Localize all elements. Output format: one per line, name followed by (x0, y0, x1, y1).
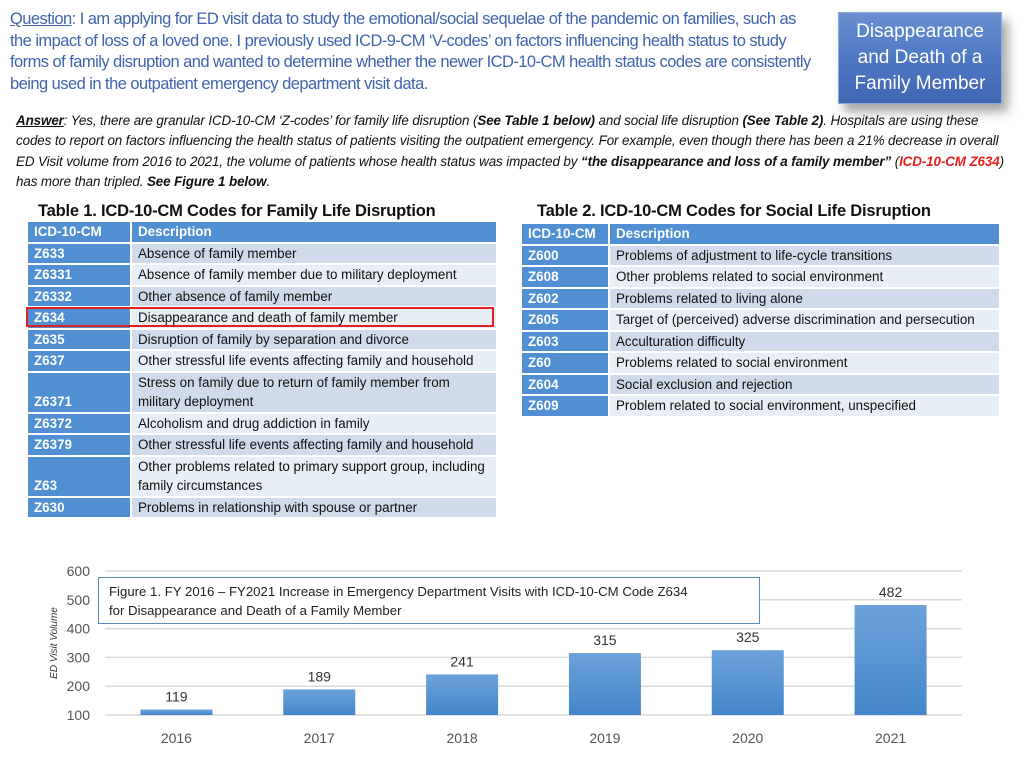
y-tick-label: 300 (67, 649, 91, 665)
x-tick-label: 2017 (304, 730, 335, 746)
bar-2019 (568, 653, 641, 715)
y-tick-label: 400 (67, 621, 91, 637)
y-axis-label: ED Visit Volume (49, 607, 60, 679)
bar-2021 (854, 604, 927, 715)
bar-chart: ED Visit Volume 100 200 300 400 500 600 119 20… (49, 563, 962, 746)
y-tick-label: 600 (67, 563, 91, 579)
y-tick-label: 500 (67, 592, 91, 608)
data-label: 315 (593, 632, 617, 648)
data-label: 482 (879, 584, 903, 600)
x-tick-label: 2021 (875, 730, 906, 746)
x-tick-label: 2016 (161, 730, 192, 746)
data-label: 325 (736, 629, 760, 645)
figure-caption-box: Figure 1. FY 2016 – FY2021 Increase in E… (98, 577, 760, 624)
data-label: 241 (450, 653, 474, 669)
bar-2020 (711, 650, 784, 715)
x-tick-label: 2019 (589, 730, 620, 746)
bar-2017 (283, 689, 356, 715)
x-tick-label: 2018 (447, 730, 478, 746)
bar-2016 (140, 709, 213, 715)
bar-2018 (426, 674, 499, 715)
y-tick-label: 200 (67, 678, 91, 694)
x-tick-label: 2020 (732, 730, 763, 746)
y-tick-label: 100 (67, 707, 91, 723)
figure-caption-line1: Figure 1. FY 2016 – FY2021 Increase in E… (109, 584, 688, 599)
data-label: 119 (165, 689, 188, 705)
data-label: 189 (308, 668, 332, 684)
figure-caption-line2: for Disappearance and Death of a Family … (109, 603, 402, 618)
